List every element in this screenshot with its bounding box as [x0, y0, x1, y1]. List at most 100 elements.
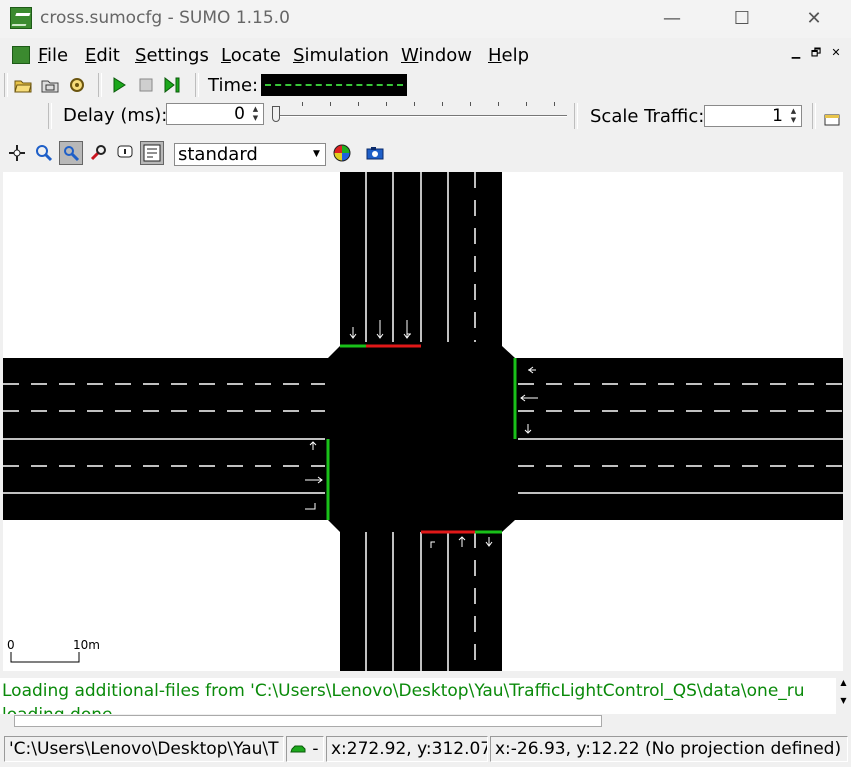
scale-bar-zero: 0: [7, 638, 15, 652]
menu-edit[interactable]: Edit: [85, 45, 120, 66]
window-icon[interactable]: [821, 108, 843, 130]
toolbar-grip-3[interactable]: [195, 73, 199, 97]
menu-help[interactable]: Help: [488, 45, 529, 66]
slider-tick: [554, 102, 555, 106]
junction-area: [328, 346, 515, 532]
scale-bar-ten: 10m: [73, 638, 100, 652]
time-display: [261, 74, 407, 96]
mdi-close-button[interactable]: ✕: [828, 46, 844, 60]
chevron-down-icon[interactable]: ▼: [309, 145, 324, 164]
menu-settings-mnemonic: S: [135, 45, 147, 66]
message-line-2: loading done.: [2, 705, 118, 714]
status-bar: 'C:\Users\Lenovo\Desktop\Yau\T - x:272.9…: [0, 731, 851, 767]
horizontal-scroll-thumb[interactable]: [14, 715, 602, 727]
run-icon[interactable]: [108, 74, 130, 96]
color-wheel-icon[interactable]: [331, 142, 353, 164]
info-bubble-icon[interactable]: [114, 142, 136, 164]
menu-window[interactable]: Window: [401, 45, 472, 66]
menu-edit-label: dit: [96, 45, 120, 66]
menu-locate-label: ocate: [230, 45, 281, 66]
message-vertical-scrollbar[interactable]: ▲ ▼: [836, 678, 851, 714]
message-window[interactable]: Loading additional-files from 'C:\Users\…: [0, 678, 836, 714]
delay-grip[interactable]: [48, 103, 52, 129]
scale-traffic-label: Scale Traffic:: [590, 106, 705, 127]
message-line-1: Loading additional-files from 'C:\Users\…: [2, 681, 805, 701]
delay-slider-thumb[interactable]: [272, 106, 280, 122]
scale-spin-arrows-icon[interactable]: ▲ ▼: [787, 107, 800, 125]
mdi-minimize-button[interactable]: ▁: [788, 46, 804, 60]
status-geo-coords: x:-26.93, y:12.22 (No projection defined…: [490, 736, 848, 762]
sumo-window: cross.sumocfg - SUMO 1.15.0 — ☐ ✕ File E…: [0, 0, 851, 767]
menu-settings[interactable]: Settings: [135, 45, 209, 66]
stop-icon[interactable]: [135, 74, 157, 96]
open-network-icon[interactable]: [39, 74, 61, 96]
scale-traffic-spinner[interactable]: 1 ▲ ▼: [704, 105, 802, 127]
step-icon[interactable]: [162, 74, 184, 96]
maximize-button[interactable]: ☐: [722, 4, 762, 34]
slider-tick: [498, 102, 499, 106]
network-view-canvas[interactable]: 0 10m: [3, 172, 843, 671]
scale-traffic-value: 1: [772, 106, 783, 126]
network-drawing[interactable]: [3, 172, 843, 671]
camera-icon[interactable]: [364, 142, 386, 164]
delay-value: 0: [234, 104, 245, 124]
locate-vehicle-icon[interactable]: [87, 142, 109, 164]
window-title: cross.sumocfg - SUMO 1.15.0: [40, 8, 290, 28]
magnifier-icon[interactable]: [33, 142, 55, 164]
menu-window-mnemonic: W: [401, 45, 419, 66]
menu-help-mnemonic: H: [488, 45, 502, 66]
status-vehicle-sep: -: [312, 739, 319, 759]
slider-tick: [386, 102, 387, 106]
status-path: 'C:\Users\Lenovo\Desktop\Yau\T: [4, 736, 284, 762]
reload-icon[interactable]: [66, 74, 88, 96]
close-button[interactable]: ✕: [794, 4, 834, 34]
recenter-view-icon[interactable]: [6, 142, 28, 164]
color-scheme-value: standard: [178, 144, 258, 165]
slider-tick: [302, 102, 303, 106]
menu-help-label: elp: [501, 45, 530, 66]
mdi-restore-button[interactable]: 🗗: [808, 46, 824, 60]
slider-tick: [526, 102, 527, 106]
open-folder-icon[interactable]: [12, 74, 34, 96]
menu-locate[interactable]: Locate: [221, 45, 281, 66]
menu-file-label: ile: [47, 45, 69, 66]
toolbar-grip[interactable]: [4, 73, 8, 97]
scale-bar: [10, 652, 80, 663]
message-horizontal-scrollbar[interactable]: [0, 714, 836, 729]
slider-tick: [358, 102, 359, 106]
menu-icon[interactable]: [140, 141, 164, 165]
document-icon[interactable]: [12, 46, 30, 64]
menu-window-label: indow: [418, 45, 472, 66]
menu-simulation-mnemonic: S: [293, 45, 305, 66]
delay-slider-track[interactable]: [275, 115, 567, 117]
title-bar: cross.sumocfg - SUMO 1.15.0 — ☐ ✕: [0, 0, 851, 38]
view-toolbar: [0, 136, 851, 170]
toolbar-grip-2[interactable]: [98, 73, 102, 97]
slider-tick: [442, 102, 443, 106]
menu-settings-label: ettings: [146, 45, 209, 66]
menu-file-mnemonic: F: [38, 45, 48, 66]
sumo-app-icon: [10, 7, 32, 29]
menu-simulation[interactable]: Simulation: [293, 45, 389, 66]
slider-tick: [414, 102, 415, 106]
main-toolbar: Time:: [0, 70, 851, 100]
scale-grip[interactable]: [574, 103, 578, 129]
minimize-button[interactable]: —: [652, 4, 692, 34]
slider-tick: [330, 102, 331, 106]
delay-label: Delay (ms):: [63, 105, 168, 126]
status-net-coords: x:272.92, y:312.07: [326, 736, 488, 762]
locate-junction-icon[interactable]: [59, 141, 83, 165]
status-vehicle-field: -: [286, 736, 324, 762]
menu-simulation-label: imulation: [304, 45, 389, 66]
delay-spin-arrows-icon[interactable]: ▲ ▼: [249, 105, 262, 123]
car-icon: [290, 745, 306, 753]
menu-edit-mnemonic: E: [85, 45, 97, 66]
menu-file[interactable]: File: [38, 45, 68, 66]
menu-locate-mnemonic: L: [221, 45, 231, 66]
extra-grip[interactable]: [812, 103, 816, 129]
color-scheme-combo[interactable]: standard ▼: [174, 143, 326, 166]
time-label: Time:: [208, 75, 259, 96]
delay-spinner[interactable]: 0 ▲ ▼: [166, 103, 264, 125]
slider-tick: [470, 102, 471, 106]
menu-bar: File Edit Settings Locate Simulation Win…: [0, 40, 851, 70]
